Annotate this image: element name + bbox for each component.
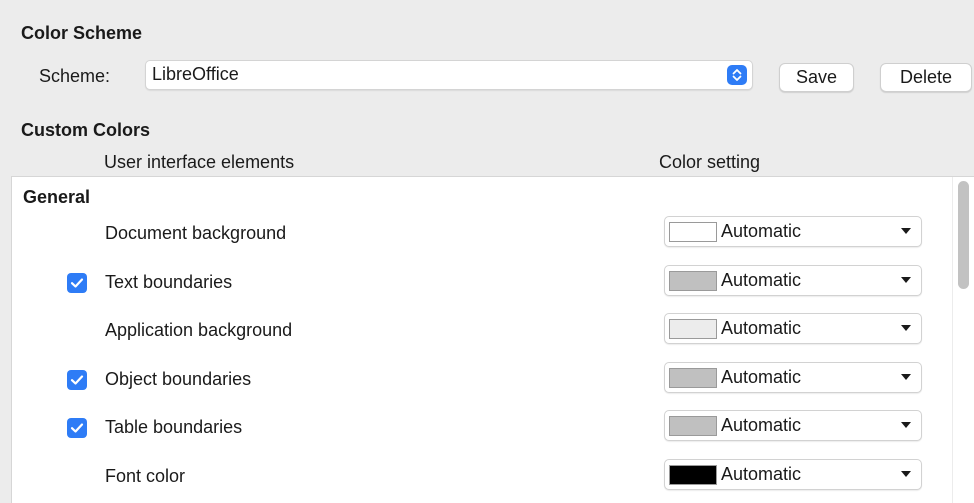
scheme-select-value: LibreOffice	[152, 64, 239, 84]
color-dropdown-document-background[interactable]: Automatic	[664, 216, 922, 247]
item-label: Table boundaries	[105, 417, 243, 437]
caret-down-icon	[901, 277, 911, 283]
color-value: Automatic	[721, 270, 802, 290]
item-label: Application background	[105, 320, 293, 340]
color-item-table-boundaries: Table boundaries Automatic	[12, 408, 952, 448]
item-label: Font color	[105, 466, 186, 486]
custom-colors-heading: Custom Colors	[21, 120, 151, 140]
caret-down-icon	[901, 325, 911, 331]
save-button[interactable]: Save	[779, 63, 854, 92]
checkmark-icon	[70, 375, 84, 385]
color-item-object-boundaries: Object boundaries Automatic	[12, 360, 952, 400]
color-item-document-background: Document background Automatic	[12, 214, 952, 254]
item-label: Text boundaries	[105, 272, 233, 292]
color-swatch	[669, 271, 717, 291]
color-item-application-background: Application background Automatic	[12, 311, 952, 351]
group-title-general: General	[23, 187, 91, 207]
caret-down-icon	[901, 228, 911, 234]
color-dropdown-font-color[interactable]: Automatic	[664, 459, 922, 490]
color-dropdown-application-background[interactable]: Automatic	[664, 313, 922, 344]
caret-down-icon	[901, 422, 911, 428]
checkmark-icon	[70, 423, 84, 433]
color-value: Automatic	[721, 318, 802, 338]
checkbox-object-boundaries[interactable]	[67, 370, 87, 390]
checkmark-icon	[70, 278, 84, 288]
color-dropdown-table-boundaries[interactable]: Automatic	[664, 410, 922, 441]
color-value: Automatic	[721, 221, 802, 241]
color-item-font-color: Font color Automatic	[12, 457, 952, 497]
checkbox-table-boundaries[interactable]	[67, 418, 87, 438]
scheme-row: Scheme: LibreOffice Save Delete	[0, 60, 974, 94]
color-dropdown-object-boundaries[interactable]: Automatic	[664, 362, 922, 393]
checkbox-text-boundaries[interactable]	[67, 273, 87, 293]
color-swatch	[669, 465, 717, 485]
scrollbar-thumb[interactable]	[958, 181, 969, 289]
column-header-color-setting: Color setting	[659, 152, 761, 172]
scheme-select[interactable]: LibreOffice	[145, 60, 753, 90]
scheme-label: Scheme:	[39, 66, 111, 86]
caret-down-icon	[901, 471, 911, 477]
chevron-up-down-icon	[727, 65, 747, 85]
item-label: Document background	[105, 223, 287, 243]
delete-button[interactable]: Delete	[880, 63, 972, 92]
caret-down-icon	[901, 374, 911, 380]
color-swatch	[669, 368, 717, 388]
color-value: Automatic	[721, 415, 802, 435]
custom-colors-list: General Document background Automatic Text…	[11, 176, 974, 503]
color-dropdown-text-boundaries[interactable]: Automatic	[664, 265, 922, 296]
color-scheme-heading: Color Scheme	[21, 23, 143, 43]
color-swatch	[669, 319, 717, 339]
vertical-scrollbar[interactable]	[952, 177, 974, 503]
color-swatch	[669, 222, 717, 242]
color-options-page: Color Scheme Scheme: LibreOffice Save De…	[0, 0, 974, 503]
item-label: Object boundaries	[105, 369, 252, 389]
color-value: Automatic	[721, 367, 802, 387]
color-item-text-boundaries: Text boundaries Automatic	[12, 263, 952, 303]
color-swatch	[669, 416, 717, 436]
column-header-elements: User interface elements	[104, 152, 295, 172]
color-value: Automatic	[721, 464, 802, 484]
